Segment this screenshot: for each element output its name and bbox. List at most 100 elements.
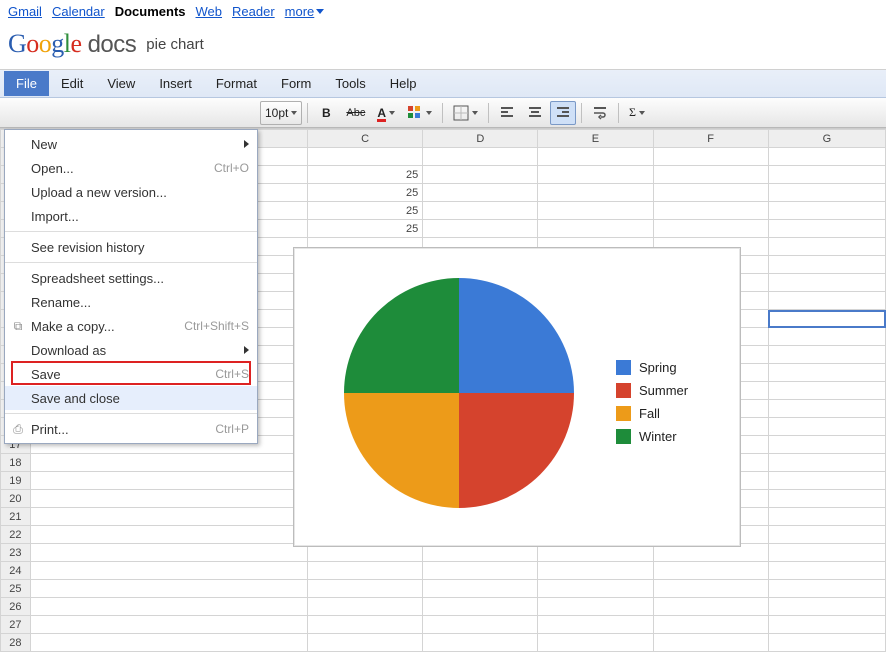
menu-file[interactable]: File: [4, 71, 49, 96]
cell[interactable]: [768, 616, 885, 634]
cell[interactable]: [653, 562, 768, 580]
file-menu-download[interactable]: Download as: [5, 338, 257, 362]
cell[interactable]: [768, 562, 885, 580]
cell[interactable]: [423, 562, 538, 580]
align-right-button[interactable]: [550, 101, 576, 125]
cell[interactable]: [768, 184, 885, 202]
cell[interactable]: [653, 598, 768, 616]
cell[interactable]: [653, 634, 768, 652]
col-header-g[interactable]: G: [768, 130, 885, 148]
cell[interactable]: [538, 634, 653, 652]
cell[interactable]: [538, 184, 653, 202]
cell[interactable]: [768, 400, 885, 418]
cell[interactable]: [423, 580, 538, 598]
cell[interactable]: [653, 184, 768, 202]
cell[interactable]: [653, 148, 768, 166]
font-size-dropdown[interactable]: 10pt: [260, 101, 302, 125]
file-menu-upload[interactable]: Upload a new version...: [5, 180, 257, 204]
cell[interactable]: [30, 598, 307, 616]
cell[interactable]: [768, 418, 885, 436]
cell[interactable]: [30, 490, 307, 508]
cell[interactable]: [768, 508, 885, 526]
cell[interactable]: [308, 598, 423, 616]
cell[interactable]: [653, 166, 768, 184]
cell[interactable]: [30, 544, 307, 562]
cell[interactable]: [30, 472, 307, 490]
file-menu-print[interactable]: ⎙Print...Ctrl+P: [5, 417, 257, 441]
cell[interactable]: [423, 598, 538, 616]
cell[interactable]: [538, 580, 653, 598]
cell[interactable]: [538, 616, 653, 634]
cell[interactable]: 25: [308, 220, 423, 238]
document-title[interactable]: pie chart: [146, 36, 204, 53]
file-menu-spreadsheet-settings[interactable]: Spreadsheet settings...: [5, 266, 257, 290]
cell[interactable]: [423, 148, 538, 166]
cell[interactable]: [308, 634, 423, 652]
cell[interactable]: [653, 616, 768, 634]
cell[interactable]: [538, 220, 653, 238]
cell[interactable]: [30, 454, 307, 472]
cell[interactable]: [653, 202, 768, 220]
cell[interactable]: [768, 328, 885, 346]
col-header-d[interactable]: D: [423, 130, 538, 148]
nav-link-web[interactable]: Web: [196, 4, 223, 19]
file-menu-save-and-close[interactable]: Save and close: [5, 386, 257, 410]
cell[interactable]: [423, 202, 538, 220]
cell[interactable]: [308, 616, 423, 634]
cell[interactable]: 25: [308, 202, 423, 220]
row-header[interactable]: 24: [1, 562, 31, 580]
selected-cell[interactable]: [768, 310, 885, 328]
cell[interactable]: [768, 544, 885, 562]
cell[interactable]: [768, 472, 885, 490]
cell[interactable]: [768, 598, 885, 616]
cell[interactable]: 25: [308, 166, 423, 184]
file-menu-revision-history[interactable]: See revision history: [5, 235, 257, 259]
cell[interactable]: [768, 580, 885, 598]
cell[interactable]: [768, 382, 885, 400]
bold-button[interactable]: B: [313, 101, 339, 125]
nav-link-documents[interactable]: Documents: [115, 4, 186, 19]
cell[interactable]: [768, 292, 885, 310]
cell[interactable]: [423, 616, 538, 634]
cell[interactable]: [768, 634, 885, 652]
col-header-f[interactable]: F: [653, 130, 768, 148]
nav-link-gmail[interactable]: Gmail: [8, 4, 42, 19]
row-header[interactable]: 23: [1, 544, 31, 562]
col-header-e[interactable]: E: [538, 130, 653, 148]
cell[interactable]: [30, 508, 307, 526]
row-header[interactable]: 20: [1, 490, 31, 508]
cell[interactable]: [423, 166, 538, 184]
cell[interactable]: [768, 202, 885, 220]
cell[interactable]: [538, 598, 653, 616]
fill-color-button[interactable]: [402, 101, 437, 125]
menu-form[interactable]: Form: [269, 71, 323, 96]
cell[interactable]: [30, 616, 307, 634]
row-header[interactable]: 18: [1, 454, 31, 472]
row-header[interactable]: 26: [1, 598, 31, 616]
menu-insert[interactable]: Insert: [147, 71, 204, 96]
cell[interactable]: [768, 166, 885, 184]
cell[interactable]: [653, 220, 768, 238]
strikethrough-button[interactable]: Abc: [341, 101, 370, 125]
nav-link-more[interactable]: more: [285, 4, 325, 19]
align-center-button[interactable]: [522, 101, 548, 125]
cell[interactable]: 25: [308, 184, 423, 202]
row-header[interactable]: 25: [1, 580, 31, 598]
align-left-button[interactable]: [494, 101, 520, 125]
file-menu-import[interactable]: Import...: [5, 204, 257, 228]
cell[interactable]: [308, 580, 423, 598]
cell[interactable]: [768, 220, 885, 238]
row-header[interactable]: 28: [1, 634, 31, 652]
nav-link-calendar[interactable]: Calendar: [52, 4, 105, 19]
cell[interactable]: [768, 490, 885, 508]
cell[interactable]: [768, 364, 885, 382]
cell[interactable]: [768, 256, 885, 274]
nav-link-reader[interactable]: Reader: [232, 4, 275, 19]
pie-chart-container[interactable]: SpringSummerFallWinter: [293, 247, 741, 547]
row-header[interactable]: 22: [1, 526, 31, 544]
menu-edit[interactable]: Edit: [49, 71, 95, 96]
cell[interactable]: [423, 220, 538, 238]
cell[interactable]: [768, 148, 885, 166]
menu-help[interactable]: Help: [378, 71, 429, 96]
cell[interactable]: [308, 148, 423, 166]
